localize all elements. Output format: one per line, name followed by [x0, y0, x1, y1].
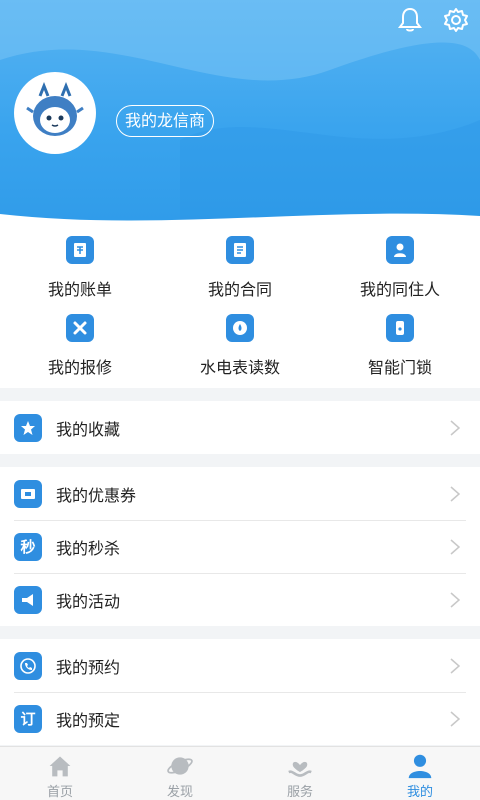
row-label: 我的优惠券 [56, 485, 137, 505]
contract-icon [226, 236, 254, 264]
tab-mine[interactable]: 我的 [360, 747, 480, 800]
chevron-right-icon [450, 711, 461, 727]
promotions-group: 我的优惠券 秒 我的秒杀 我的活动 [0, 467, 480, 626]
chevron-right-icon [450, 592, 461, 608]
chevron-right-icon [450, 420, 461, 436]
bill-icon [66, 236, 94, 264]
row-label: 我的秒杀 [56, 538, 121, 558]
grid-label: 我的合同 [207, 280, 272, 299]
home-icon [49, 756, 71, 777]
grid-item-meter[interactable]: 水电表读数 [160, 314, 320, 392]
row-label: 我的收藏 [56, 419, 121, 439]
profile-title-pill[interactable]: 我的龙信商 [116, 105, 215, 137]
list-item-coupons[interactable]: 我的优惠券 [0, 467, 480, 520]
list-item-appointment[interactable]: 我的预约 [0, 639, 480, 692]
star-icon [14, 413, 42, 442]
grid-label: 智能门锁 [367, 358, 432, 377]
tab-label: 首页 [46, 785, 73, 800]
favorites-group: 我的收藏 [0, 401, 480, 454]
grid-item-contract[interactable]: 我的合同 [160, 236, 320, 314]
phone-icon [14, 651, 42, 680]
grid-item-bill[interactable]: 我的账单 [0, 236, 160, 314]
chevron-right-icon [450, 539, 461, 555]
grid-label: 我的报修 [47, 358, 112, 377]
repair-icon [66, 314, 94, 342]
flash-sale-icon: 秒 [14, 532, 42, 561]
row-label: 我的预定 [56, 710, 121, 730]
list-item-favorites[interactable]: 我的收藏 [0, 401, 480, 454]
grid-label: 水电表读数 [199, 358, 280, 377]
grid-item-roommate[interactable]: 我的同住人 [320, 236, 480, 314]
list-item-flash-sale[interactable]: 秒 我的秒杀 [0, 520, 480, 573]
planet-icon [167, 757, 193, 775]
bottom-tab-bar: 首页 发现 服务 我的 [0, 746, 480, 800]
row-label: 我的活动 [56, 591, 121, 611]
tab-service[interactable]: 服务 [240, 747, 360, 800]
tab-label: 发现 [166, 785, 193, 800]
profile-header: 我的龙信商 [0, 0, 480, 232]
grid-label: 我的同住人 [359, 280, 440, 299]
tab-label: 我的 [406, 785, 433, 800]
chevron-right-icon [450, 486, 461, 502]
tab-home[interactable]: 首页 [0, 747, 120, 800]
megaphone-icon [14, 585, 42, 614]
dragon-mascot-icon [26, 82, 84, 136]
booking-icon: 订 [14, 704, 42, 733]
user-icon [408, 754, 432, 779]
reservations-group: 我的预约 订 我的预定 [0, 639, 480, 745]
grid-label: 我的账单 [47, 280, 112, 299]
gear-icon[interactable] [442, 6, 470, 34]
avatar[interactable] [14, 72, 96, 154]
lock-icon [386, 314, 414, 342]
tab-discover[interactable]: 发现 [120, 747, 240, 800]
meter-icon [226, 314, 254, 342]
row-label: 我的预约 [56, 657, 121, 677]
bell-icon[interactable] [396, 6, 424, 34]
feature-grid: 我的账单 我的合同 我的同住人 我的报修 水电表读数 智能门锁 [0, 224, 480, 388]
list-item-booking[interactable]: 订 我的预定 [0, 692, 480, 745]
roommate-icon [386, 236, 414, 264]
tab-label: 服务 [286, 785, 313, 800]
chevron-right-icon [450, 658, 461, 674]
grid-item-repair[interactable]: 我的报修 [0, 314, 160, 392]
coupon-icon [14, 479, 42, 508]
list-item-events[interactable]: 我的活动 [0, 573, 480, 626]
grid-item-lock[interactable]: 智能门锁 [320, 314, 480, 392]
heart-hand-icon [288, 761, 312, 777]
